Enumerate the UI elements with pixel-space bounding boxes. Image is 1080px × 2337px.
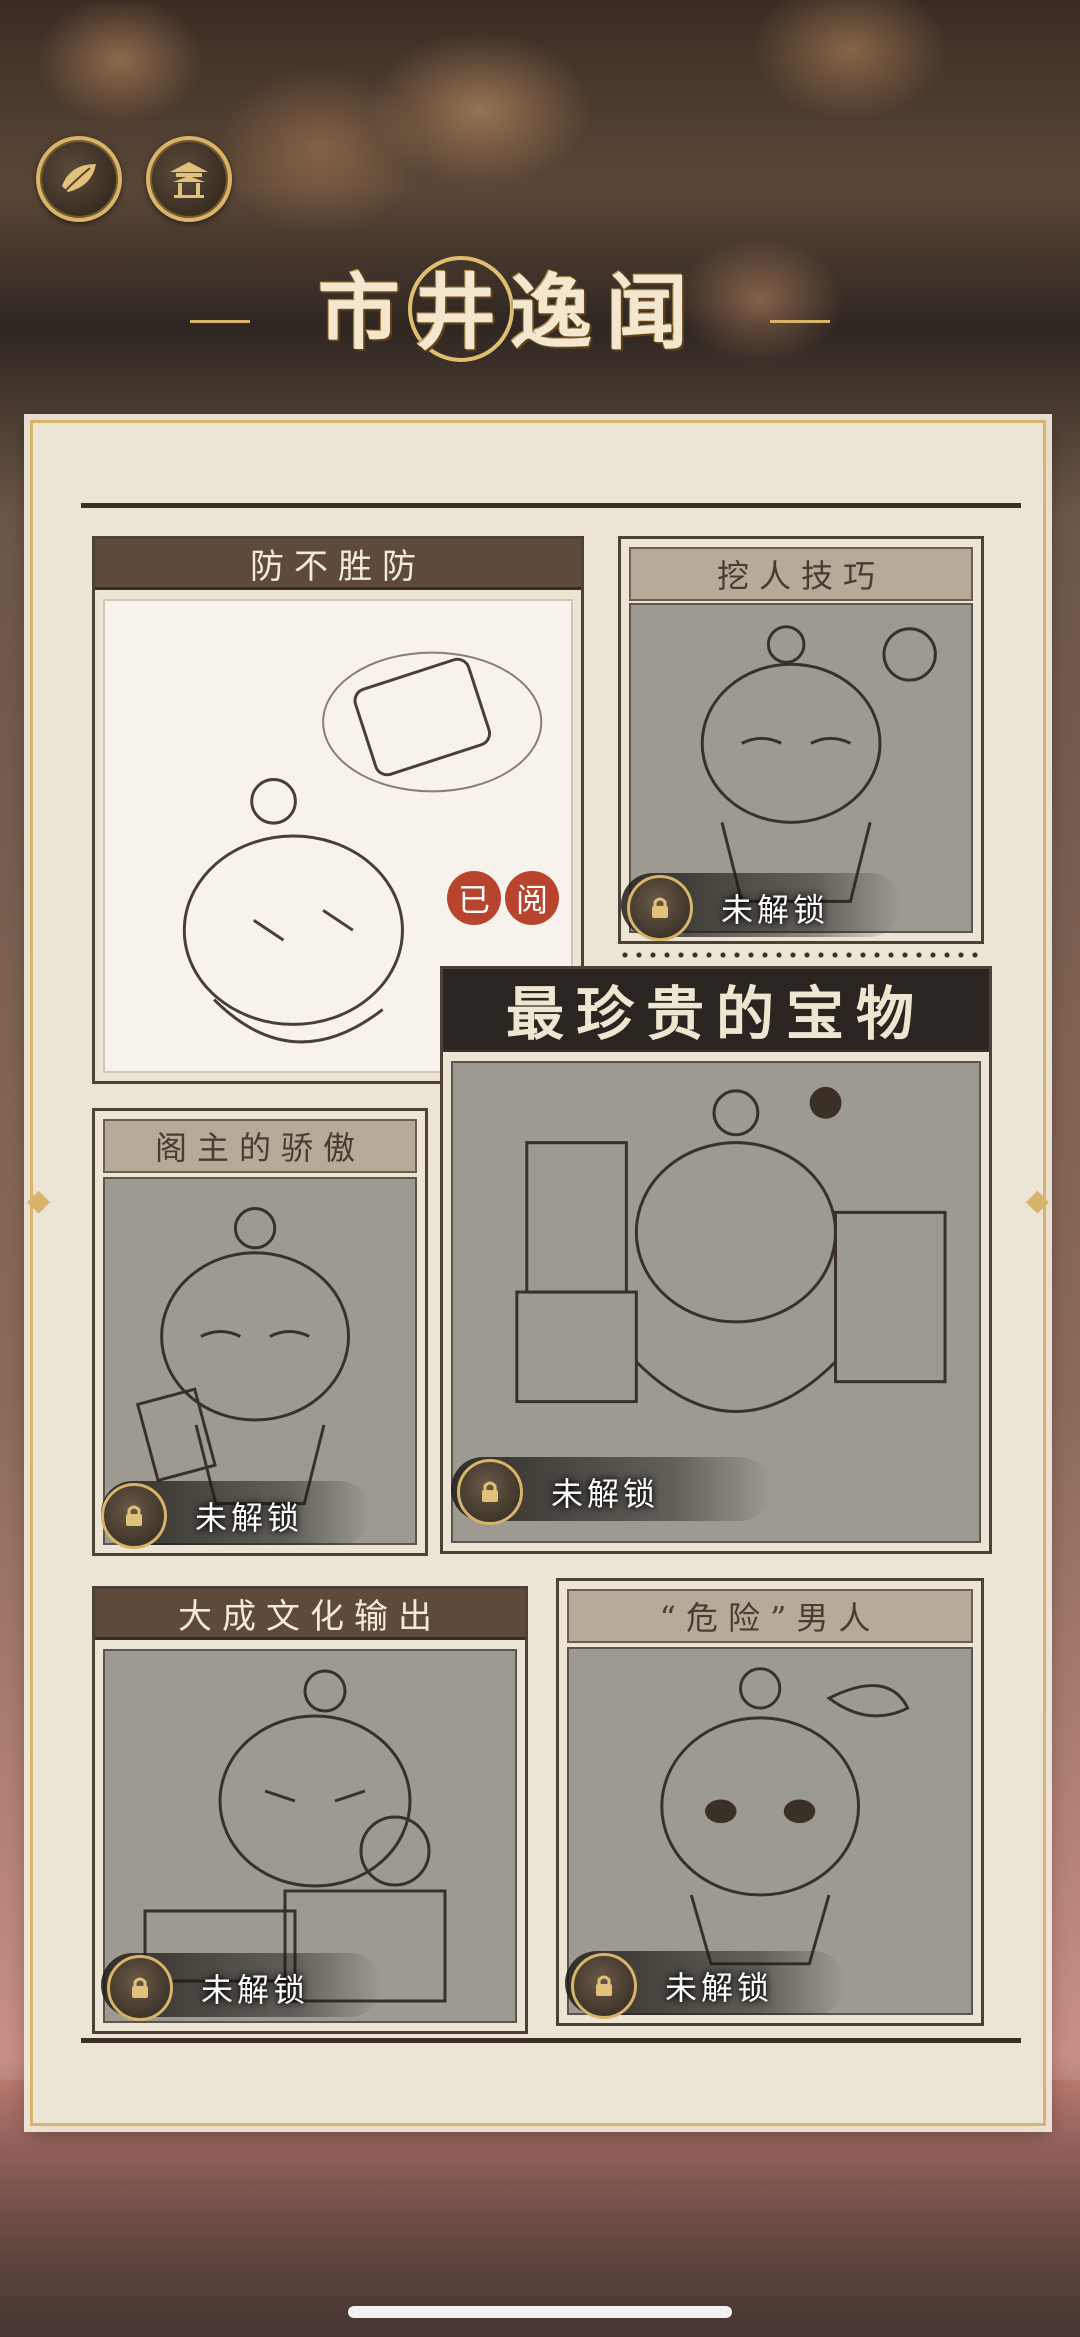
lock-icon xyxy=(107,1955,173,2021)
lock-icon xyxy=(627,875,693,941)
title-line-right xyxy=(770,320,830,323)
title-char: 井 xyxy=(413,264,510,361)
story-card-3[interactable]: 最珍贵的宝物 未解锁 xyxy=(440,966,992,1554)
lock-label: 未解锁 xyxy=(195,1499,304,1537)
card-title: 大成文化输出 xyxy=(95,1589,525,1640)
card-title: 挖人技巧 xyxy=(629,547,973,601)
title-text: 市井逸闻 xyxy=(318,246,702,365)
pavilion-button[interactable] xyxy=(146,136,232,222)
story-card-2[interactable]: 挖人技巧 未解锁 xyxy=(618,536,984,944)
read-badge: 已 阅 xyxy=(447,871,559,925)
leaf-icon xyxy=(62,164,96,192)
read-badge-char: 阅 xyxy=(505,871,559,925)
lock-label: 未解锁 xyxy=(551,1475,660,1513)
lock-status: 未解锁 xyxy=(627,875,829,941)
lock-status: 未解锁 xyxy=(101,1483,303,1549)
card-title: 防不胜防 xyxy=(95,539,581,590)
lock-icon xyxy=(457,1459,523,1525)
lock-status: 未解锁 xyxy=(571,1953,773,2019)
leaf-button[interactable] xyxy=(36,136,122,222)
home-indicator[interactable] xyxy=(348,2306,732,2318)
lock-label: 未解锁 xyxy=(665,1969,774,2007)
card-title: 最珍贵的宝物 xyxy=(443,969,989,1052)
lock-status: 未解锁 xyxy=(107,1955,309,2021)
pavilion-icon xyxy=(170,162,208,198)
lock-label: 未解锁 xyxy=(721,891,830,929)
panel-ornament-left: ◆ xyxy=(27,1183,51,1218)
panel-ornament-right: ◆ xyxy=(1025,1183,1049,1218)
story-card-6[interactable]: “危险”男人 未解锁 xyxy=(556,1578,984,2026)
dotted-divider xyxy=(618,950,984,960)
lock-label: 未解锁 xyxy=(201,1971,310,2009)
title-char: 逸 xyxy=(510,264,607,361)
card-title: “危险”男人 xyxy=(567,1589,973,1643)
title-char: 闻 xyxy=(606,264,703,361)
read-badge-char: 已 xyxy=(447,871,501,925)
lock-status: 未解锁 xyxy=(457,1459,659,1525)
story-card-5[interactable]: 大成文化输出 未解锁 xyxy=(92,1586,528,2034)
title-line-left xyxy=(190,320,250,323)
story-card-4[interactable]: 阁主的骄傲 未解锁 xyxy=(92,1108,428,1556)
card-title: 阁主的骄傲 xyxy=(103,1119,417,1173)
background-leaves xyxy=(0,0,1080,450)
page-title: 市井逸闻 xyxy=(190,250,830,362)
lock-icon xyxy=(571,1953,637,2019)
lock-icon xyxy=(101,1483,167,1549)
title-char: 市 xyxy=(317,264,414,361)
